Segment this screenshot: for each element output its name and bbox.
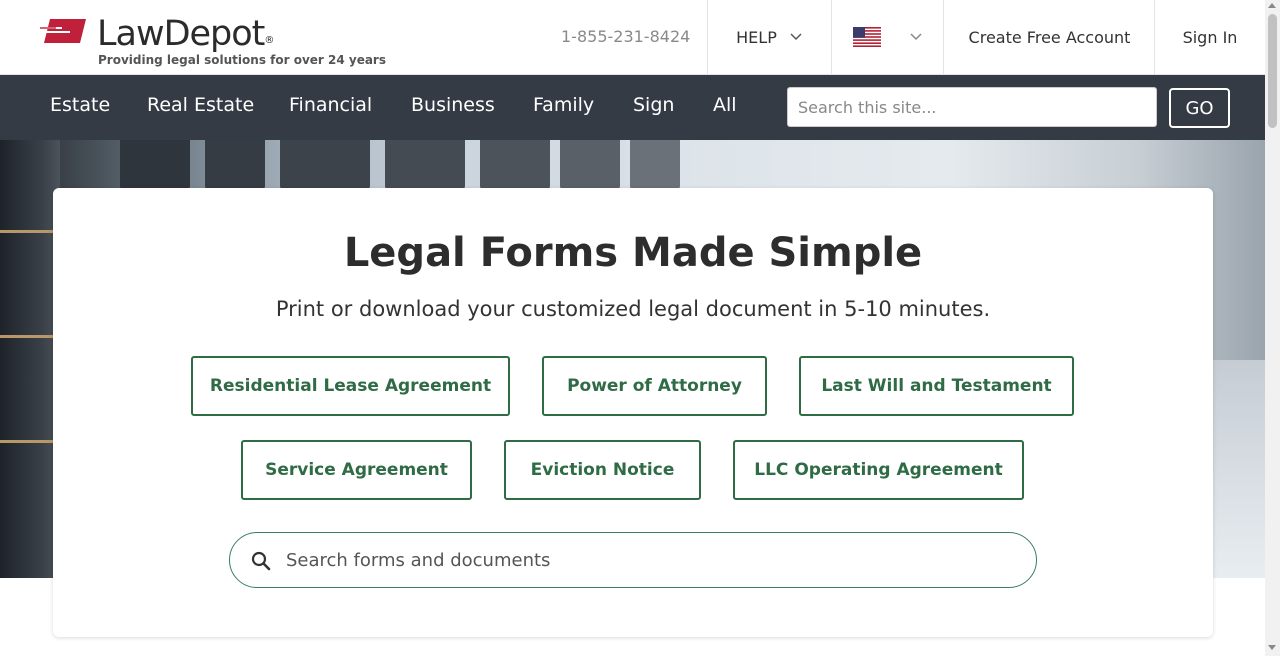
us-flag-icon: [853, 27, 881, 47]
site-search-input[interactable]: [787, 87, 1157, 127]
book-decoration: [120, 140, 190, 190]
book-spine-decoration: [0, 140, 60, 578]
service-agreement-button[interactable]: Service Agreement: [241, 440, 472, 500]
book-decoration: [560, 140, 620, 190]
book-band-decoration: [0, 230, 55, 233]
eviction-notice-button[interactable]: Eviction Notice: [504, 440, 701, 500]
book-decoration: [280, 140, 370, 190]
nav-item-all[interactable]: All: [713, 94, 737, 116]
book-decoration: [480, 140, 550, 190]
chevron-down-icon: [790, 33, 802, 41]
last-will-and-testament-button[interactable]: Last Will and Testament: [799, 356, 1074, 416]
phone-number[interactable]: 1-855-231-8424: [561, 27, 690, 46]
book-decoration: [205, 140, 265, 190]
search-icon: [251, 551, 271, 571]
page-subtitle: Print or download your customized legal …: [275, 297, 991, 321]
help-menu[interactable]: HELP: [707, 0, 831, 74]
hero-card: Legal Forms Made Simple Print or downloa…: [53, 188, 1213, 637]
scrollbar-thumb[interactable]: [1268, 14, 1277, 128]
locale-selector[interactable]: [831, 0, 944, 74]
book-decoration: [630, 140, 680, 190]
paper-decoration: [1205, 360, 1265, 578]
llc-operating-agreement-button[interactable]: LLC Operating Agreement: [733, 440, 1024, 500]
power-of-attorney-button[interactable]: Power of Attorney: [542, 356, 767, 416]
scroll-down-arrow-icon[interactable]: [1268, 645, 1276, 650]
create-account-link[interactable]: Create Free Account: [943, 0, 1155, 74]
help-label: HELP: [736, 27, 777, 47]
forms-search-box[interactable]: [229, 532, 1037, 588]
nav-item-financial[interactable]: Financial: [289, 94, 372, 116]
page-title: Legal Forms Made Simple: [343, 230, 923, 276]
sign-in-link[interactable]: Sign In: [1154, 0, 1265, 74]
page-scrollbar[interactable]: [1265, 0, 1280, 656]
logo-mark-icon: [40, 19, 86, 43]
scroll-up-arrow-icon[interactable]: [1268, 3, 1276, 8]
lawdepot-logo[interactable]: LawDepot® Providing legal solutions for …: [40, 14, 386, 70]
forms-search-input[interactable]: [286, 543, 1006, 577]
logo-wordmark: LawDepot®: [97, 14, 275, 54]
go-button[interactable]: GO: [1169, 88, 1230, 128]
main-nav: Estate Real Estate Financial Business Fa…: [0, 75, 1265, 140]
nav-item-business[interactable]: Business: [411, 94, 495, 116]
book-decoration: [385, 140, 465, 190]
logo-tagline: Providing legal solutions for over 24 ye…: [98, 53, 386, 67]
book-band-decoration: [0, 335, 55, 338]
residential-lease-agreement-button[interactable]: Residential Lease Agreement: [191, 356, 510, 416]
nav-item-estate[interactable]: Estate: [50, 94, 110, 116]
nav-item-real-estate[interactable]: Real Estate: [147, 94, 254, 116]
book-band-decoration: [0, 440, 55, 443]
nav-item-sign[interactable]: Sign: [633, 94, 674, 116]
site-header: LawDepot® Providing legal solutions for …: [0, 0, 1265, 75]
chevron-down-icon: [910, 33, 922, 41]
nav-item-family[interactable]: Family: [533, 94, 594, 116]
